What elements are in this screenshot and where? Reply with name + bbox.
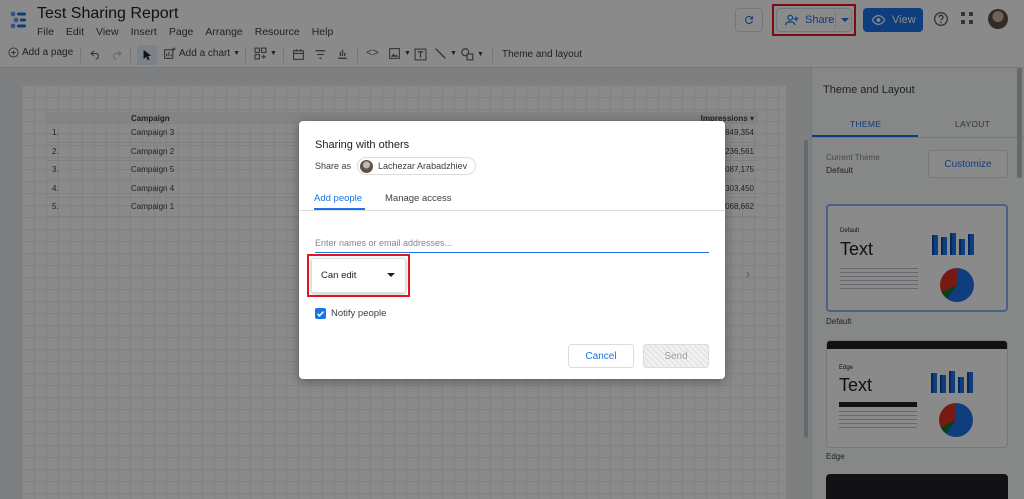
notify-people-option[interactable]: Notify people	[315, 308, 386, 319]
sharing-dialog: Sharing with others Share as Lachezar Ar…	[299, 121, 725, 379]
permission-dropdown[interactable]: Can edit	[311, 258, 406, 293]
tab-add-people[interactable]: Add people	[314, 193, 362, 204]
permission-value: Can edit	[321, 270, 357, 281]
user-avatar	[360, 159, 374, 173]
share-as-user-name: Lachezar Arabadzhiev	[378, 161, 468, 171]
notify-people-checkbox[interactable]	[315, 308, 326, 319]
notify-people-label: Notify people	[331, 308, 387, 319]
tab-manage-access[interactable]: Manage access	[385, 193, 452, 204]
share-as-label: Share as	[315, 161, 352, 171]
checkmark-icon	[316, 311, 325, 317]
people-email-input[interactable]	[315, 233, 709, 253]
send-button[interactable]: Send	[643, 344, 709, 368]
cancel-button[interactable]: Cancel	[568, 344, 634, 368]
dialog-title: Sharing with others	[315, 139, 410, 151]
share-as-row: Share as Lachezar Arabadzhiev	[315, 157, 477, 175]
share-as-user-chip[interactable]: Lachezar Arabadzhiev	[357, 157, 477, 175]
dropdown-caret-icon	[387, 273, 395, 277]
